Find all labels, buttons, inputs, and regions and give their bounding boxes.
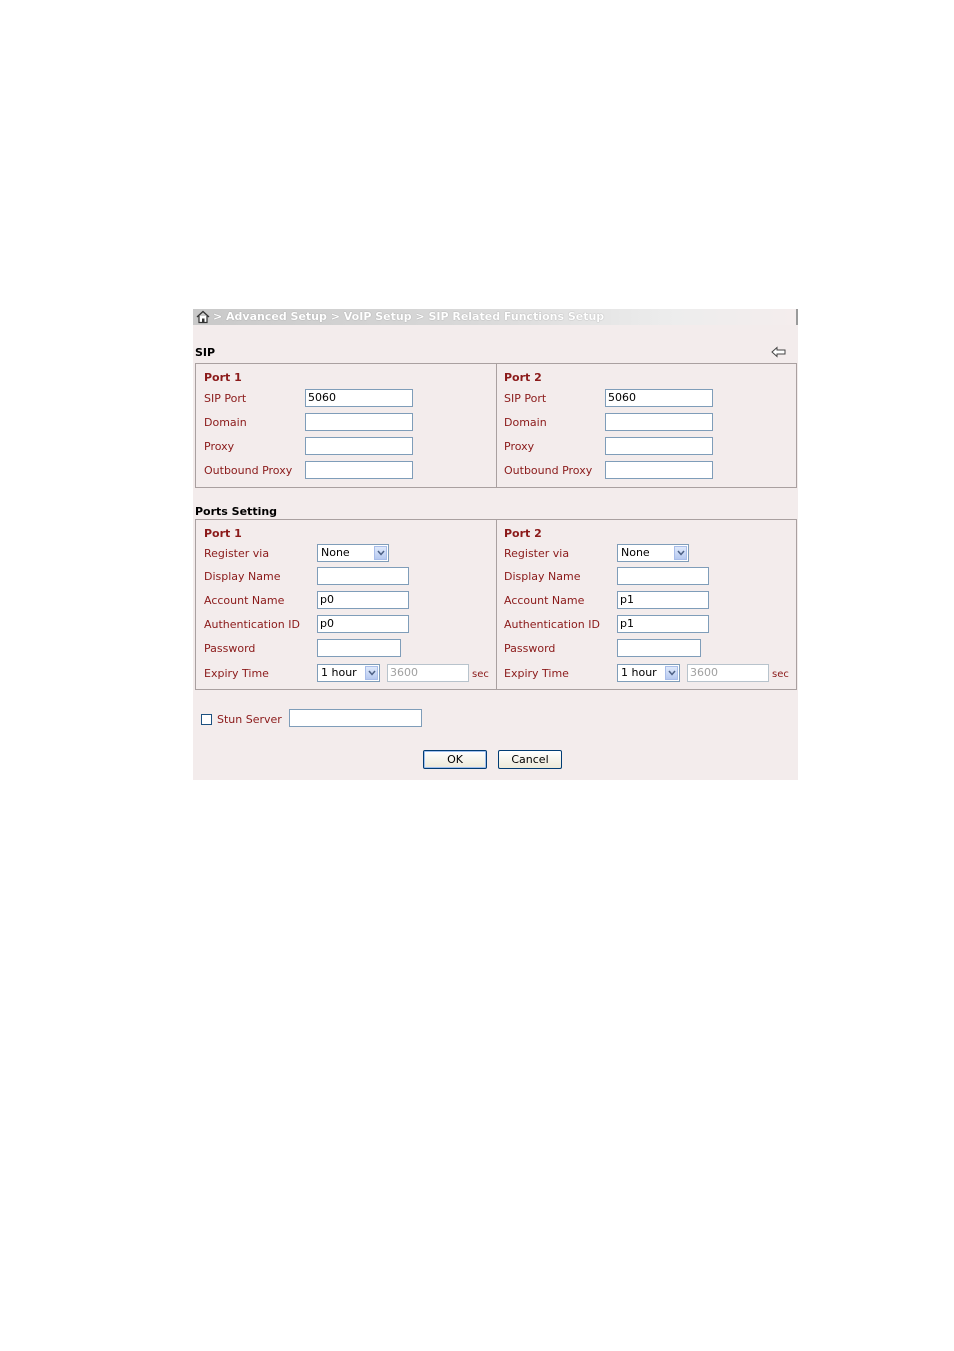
sip-port1-proxy-label: Proxy <box>204 440 235 453</box>
ps-port1-sec-label: sec <box>472 669 489 680</box>
ps-port1-display-name-label: Display Name <box>204 570 281 583</box>
ps-port1-expiry-value: 1 hour <box>321 666 357 679</box>
sip-port2-header: Port 2 <box>504 371 542 384</box>
ps-port2-password-input[interactable] <box>617 639 701 657</box>
ps-port1-password-label: Password <box>204 642 256 655</box>
sip-port1-proxy-input[interactable] <box>305 437 413 455</box>
ps-port1-header: Port 1 <box>204 527 242 540</box>
sip-port2-proxy-input[interactable] <box>605 437 713 455</box>
ps-port1-register-via-select[interactable]: None <box>317 544 389 562</box>
ports-setting-box: Port 1 Register via None Display Name Ac… <box>195 519 797 690</box>
ps-port2-auth-id-label: Authentication ID <box>504 618 600 631</box>
stun-server-label: Stun Server <box>217 713 282 726</box>
sip-port2-sip-port-label: SIP Port <box>504 392 547 405</box>
sip-port2-domain-label: Domain <box>504 416 547 429</box>
ps-port1-account-name-label: Account Name <box>204 594 285 607</box>
ps-port2-password-label: Password <box>504 642 556 655</box>
ps-port2-account-name-label: Account Name <box>504 594 585 607</box>
sip-port2-proxy-label: Proxy <box>504 440 535 453</box>
sip-port1-sip-port-label: SIP Port <box>204 392 247 405</box>
ps-port1-expiry-select[interactable]: 1 hour <box>317 664 380 682</box>
ps-port2-register-via-select[interactable]: None <box>617 544 689 562</box>
ps-port2-expiry-select[interactable]: 1 hour <box>617 664 680 682</box>
home-icon[interactable] <box>196 310 210 324</box>
ps-port2-register-via-label: Register via <box>504 547 570 560</box>
ps-port2-header: Port 2 <box>504 527 542 540</box>
stun-server-checkbox[interactable] <box>201 714 212 725</box>
ps-port1-register-via-value: None <box>321 546 350 559</box>
stun-server-input[interactable] <box>289 709 422 727</box>
cancel-button[interactable]: Cancel <box>498 750 562 769</box>
ps-port1-auth-id-input[interactable]: p0 <box>317 615 409 633</box>
ps-port2-expiry-value: 1 hour <box>621 666 657 679</box>
sip-port1-sip-port-input[interactable]: 5060 <box>305 389 413 407</box>
ports-setting-section-title: Ports Setting <box>195 505 278 518</box>
ps-port1-register-via-label: Register via <box>204 547 270 560</box>
ps-port1-auth-id-label: Authentication ID <box>204 618 300 631</box>
sip-port2-domain-input[interactable] <box>605 413 713 431</box>
ps-port2-display-name-label: Display Name <box>504 570 581 583</box>
column-divider <box>496 364 497 487</box>
sip-ports-box: Port 1 SIP Port 5060 Domain Proxy Outbou… <box>195 363 797 488</box>
ps-port2-display-name-input[interactable] <box>617 567 709 585</box>
sip-port1-header: Port 1 <box>204 371 242 384</box>
ps-port1-expiry-seconds-input: 3600 <box>387 664 469 682</box>
column-divider <box>496 520 497 689</box>
ps-port2-account-name-input[interactable]: p1 <box>617 591 709 609</box>
ps-port2-expiry-label: Expiry Time <box>504 667 569 680</box>
sip-setup-panel: > Advanced Setup > VoIP Setup > SIP Rela… <box>193 309 798 780</box>
sip-section-title: SIP <box>195 346 216 359</box>
sip-port1-domain-label: Domain <box>204 416 247 429</box>
ps-port1-password-input[interactable] <box>317 639 401 657</box>
sip-port2-outbound-proxy-input[interactable] <box>605 461 713 479</box>
chevron-down-icon[interactable] <box>665 666 678 680</box>
ok-button[interactable]: OK <box>423 750 487 769</box>
ps-port2-sec-label: sec <box>772 669 789 680</box>
breadcrumb-trail[interactable]: > Advanced Setup > VoIP Setup > SIP Rela… <box>213 309 604 325</box>
ps-port1-account-name-input[interactable]: p0 <box>317 591 409 609</box>
sip-port1-domain-input[interactable] <box>305 413 413 431</box>
sip-port1-outbound-proxy-input[interactable] <box>305 461 413 479</box>
ps-port1-display-name-input[interactable] <box>317 567 409 585</box>
breadcrumb: > Advanced Setup > VoIP Setup > SIP Rela… <box>193 309 798 325</box>
sip-port1-outbound-proxy-label: Outbound Proxy <box>204 464 293 477</box>
ps-port2-auth-id-input[interactable]: p1 <box>617 615 709 633</box>
ps-port1-expiry-label: Expiry Time <box>204 667 269 680</box>
chevron-down-icon[interactable] <box>365 666 378 680</box>
sip-port2-sip-port-input[interactable]: 5060 <box>605 389 713 407</box>
ps-port2-register-via-value: None <box>621 546 650 559</box>
back-arrow-icon[interactable] <box>771 346 787 358</box>
chevron-down-icon[interactable] <box>674 546 687 560</box>
chevron-down-icon[interactable] <box>374 546 387 560</box>
sip-port2-outbound-proxy-label: Outbound Proxy <box>504 464 593 477</box>
ps-port2-expiry-seconds-input: 3600 <box>687 664 769 682</box>
